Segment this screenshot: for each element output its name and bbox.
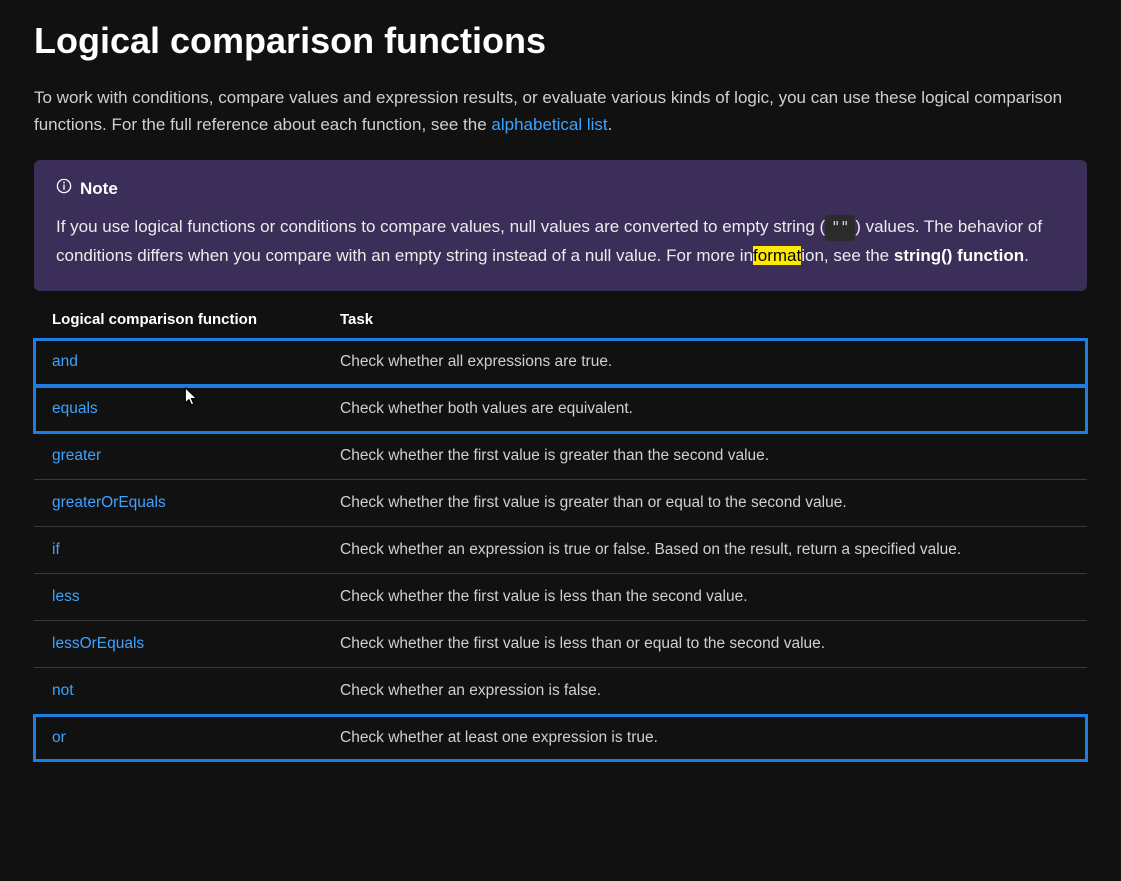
functions-table: Logical comparison function Task and Chec… [34,301,1087,761]
col-header-task: Task [322,301,1087,339]
note-text-3: ion, see the [801,246,894,265]
intro-paragraph: To work with conditions, compare values … [34,84,1087,138]
function-link-equals[interactable]: equals [52,400,98,417]
note-title-text: Note [80,179,118,199]
table-row: and Check whether all expressions are tru… [34,339,1087,386]
string-function-link[interactable]: string() function [894,246,1024,265]
page-title: Logical comparison functions [34,20,1087,62]
alphabetical-list-link[interactable]: alphabetical list [491,115,607,134]
task-cell: Check whether the first value is less th… [322,574,1087,621]
note-text-4: . [1024,246,1029,265]
info-icon [56,178,72,199]
table-row: equals Check whether both values are equi… [34,386,1087,433]
task-cell: Check whether the first value is greater… [322,433,1087,480]
function-link-if[interactable]: if [52,541,60,558]
task-cell: Check whether an expression is true or f… [322,527,1087,574]
table-row: less Check whether the first value is les… [34,574,1087,621]
col-header-function: Logical comparison function [34,301,322,339]
function-link-greater[interactable]: greater [52,447,101,464]
note-text-1: If you use logical functions or conditio… [56,217,825,236]
table-row: or Check whether at least one expression … [34,715,1087,762]
note-body: If you use logical functions or conditio… [56,213,1065,271]
table-row: if Check whether an expression is true or… [34,527,1087,574]
task-cell: Check whether at least one expression is… [322,715,1087,762]
table-row: greaterOrEquals Check whether the first v… [34,480,1087,527]
function-link-and[interactable]: and [52,353,78,370]
function-link-not[interactable]: not [52,682,74,699]
function-link-or[interactable]: or [52,729,66,746]
table-row: lessOrEquals Check whether the first valu… [34,621,1087,668]
task-cell: Check whether an expression is false. [322,668,1087,715]
table-row: not Check whether an expression is false. [34,668,1087,715]
function-link-less[interactable]: less [52,588,80,605]
function-link-lessOrEquals[interactable]: lessOrEquals [52,635,144,652]
function-link-greaterOrEquals[interactable]: greaterOrEquals [52,494,166,511]
task-cell: Check whether all expressions are true. [322,339,1087,386]
empty-string-code: "" [825,215,855,241]
note-title-row: Note [56,178,1065,199]
task-cell: Check whether the first value is less th… [322,621,1087,668]
note-box: Note If you use logical functions or con… [34,160,1087,291]
intro-text-after: . [608,115,613,134]
task-cell: Check whether both values are equivalent… [322,386,1087,433]
highlighted-text: format [753,246,801,265]
task-cell: Check whether the first value is greater… [322,480,1087,527]
table-row: greater Check whether the first value is … [34,433,1087,480]
